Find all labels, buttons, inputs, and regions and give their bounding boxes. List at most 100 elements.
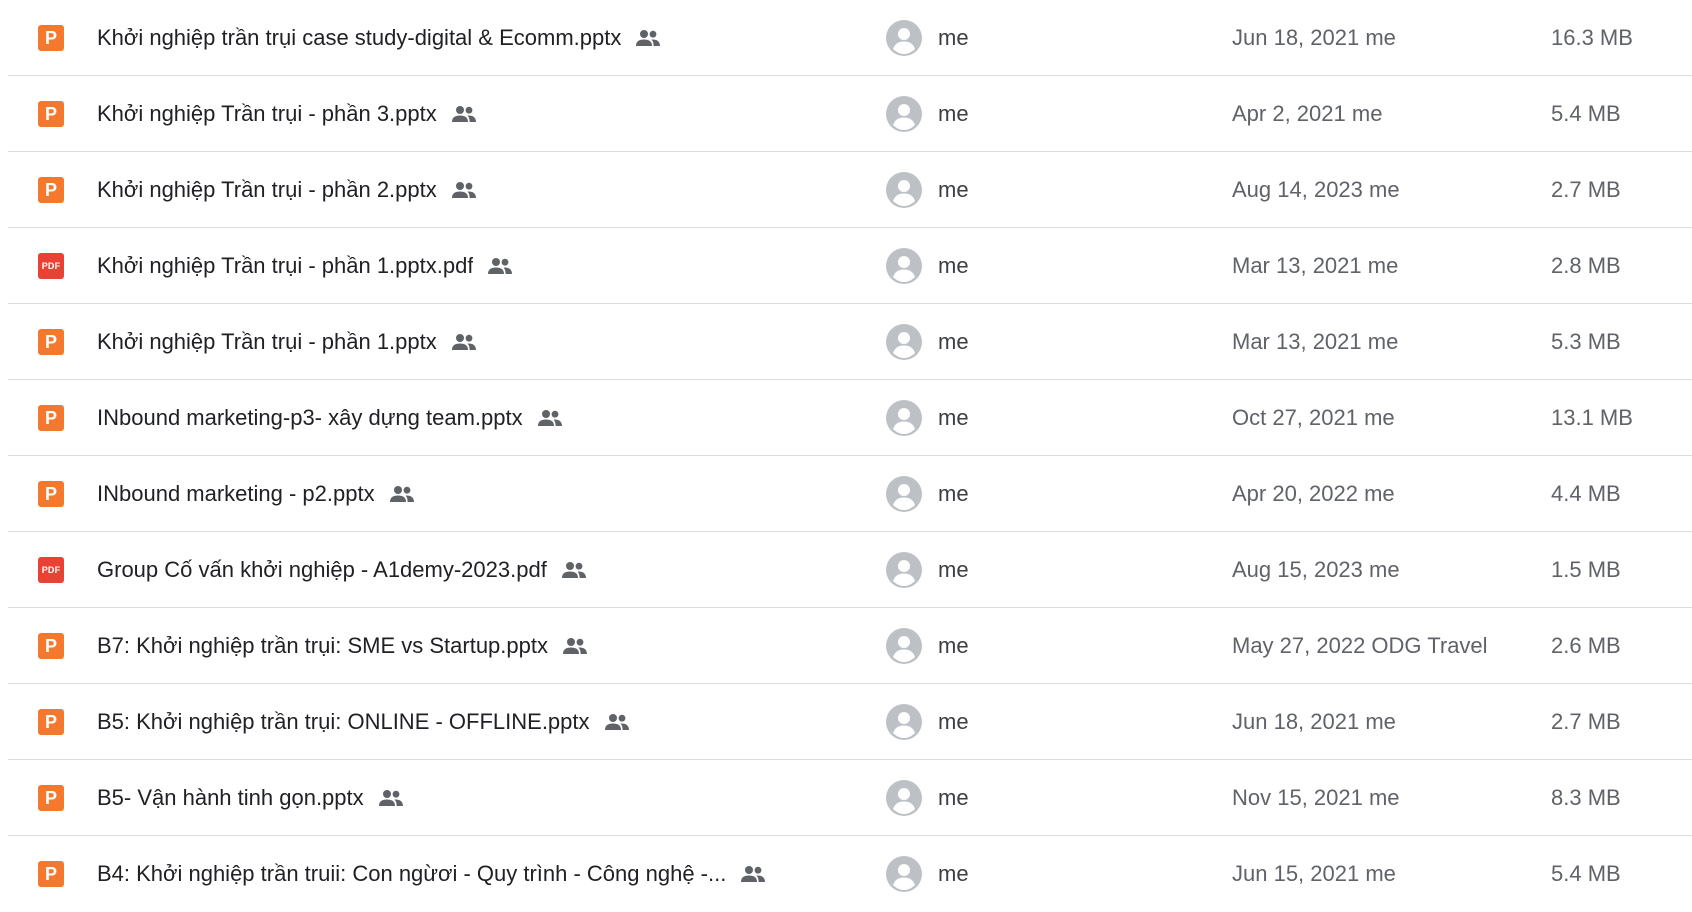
- file-size: 5.4 MB: [1551, 101, 1621, 126]
- file-name[interactable]: Khởi nghiệp Trần trụi - phần 1.pptx: [97, 329, 437, 355]
- shared-people-icon: [561, 561, 587, 579]
- file-size: 2.8 MB: [1551, 253, 1621, 278]
- last-modified-cell: Jun 18, 2021 me: [1232, 684, 1532, 760]
- pptx-file-icon: P: [38, 101, 64, 127]
- file-row[interactable]: PDF Khởi nghiệp Trần trụi - phần 1.pptx.…: [8, 228, 1692, 304]
- default-avatar-icon: [886, 704, 922, 740]
- pptx-file-icon: P: [38, 25, 64, 51]
- last-modified: May 27, 2022 ODG Travel: [1232, 633, 1488, 658]
- file-list: P Khởi nghiệp trần trụi case study-digit…: [0, 0, 1692, 908]
- last-modified-cell: Mar 13, 2021 me: [1232, 304, 1532, 380]
- file-size-cell: 1.5 MB: [1551, 532, 1691, 608]
- file-name[interactable]: B7: Khởi nghiệp trần trụi: SME vs Startu…: [97, 633, 548, 659]
- file-name-cell[interactable]: Khởi nghiệp Trần trụi - phần 2.pptx: [97, 152, 837, 228]
- file-row[interactable]: P B5: Khởi nghiệp trần trụi: ONLINE - OF…: [8, 684, 1692, 760]
- file-row[interactable]: PDF Group Cố vấn khởi nghiệp - A1demy-20…: [8, 532, 1692, 608]
- last-modified-cell: Nov 15, 2021 me: [1232, 760, 1532, 836]
- file-size-cell: 5.4 MB: [1551, 836, 1691, 912]
- owner-cell: me: [886, 684, 1166, 760]
- file-size: 13.1 MB: [1551, 405, 1633, 430]
- file-name-cell[interactable]: B5: Khởi nghiệp trần trụi: ONLINE - OFFL…: [97, 684, 837, 760]
- file-name[interactable]: Group Cố vấn khởi nghiệp - A1demy-2023.p…: [97, 557, 547, 583]
- file-name-cell[interactable]: B7: Khởi nghiệp trần trụi: SME vs Startu…: [97, 608, 837, 684]
- owner-cell: me: [886, 608, 1166, 684]
- file-name-cell[interactable]: INbound marketing - p2.pptx: [97, 456, 837, 532]
- default-avatar-icon: [886, 96, 922, 132]
- file-row[interactable]: P Khởi nghiệp Trần trụi - phần 1.pptx me…: [8, 304, 1692, 380]
- file-name-cell[interactable]: B4: Khởi nghiệp trần truii: Con ngừơi - …: [97, 836, 837, 912]
- file-type-cell: P: [38, 608, 68, 684]
- last-modified: Mar 13, 2021 me: [1232, 253, 1399, 278]
- file-row[interactable]: P INbound marketing - p2.pptx me Apr 20,…: [8, 456, 1692, 532]
- owner-name: me: [938, 405, 969, 430]
- file-name[interactable]: B5- Vận hành tinh gọn.pptx: [97, 785, 364, 811]
- last-modified: Oct 27, 2021 me: [1232, 405, 1395, 430]
- file-name-cell[interactable]: Khởi nghiệp Trần trụi - phần 1.pptx.pdf: [97, 228, 837, 304]
- pptx-file-icon: P: [38, 329, 64, 355]
- pptx-file-icon: P: [38, 709, 64, 735]
- file-size-cell: 5.3 MB: [1551, 304, 1691, 380]
- owner-cell: me: [886, 836, 1166, 912]
- file-size: 1.5 MB: [1551, 557, 1621, 582]
- file-size: 4.4 MB: [1551, 481, 1621, 506]
- file-row[interactable]: P Khởi nghiệp trần trụi case study-digit…: [8, 0, 1692, 76]
- last-modified-cell: Jun 15, 2021 me: [1232, 836, 1532, 912]
- owner-cell: me: [886, 76, 1166, 152]
- last-modified: Aug 14, 2023 me: [1232, 177, 1400, 202]
- last-modified-cell: Apr 2, 2021 me: [1232, 76, 1532, 152]
- owner-cell: me: [886, 532, 1166, 608]
- file-row[interactable]: P B7: Khởi nghiệp trần trụi: SME vs Star…: [8, 608, 1692, 684]
- file-size: 5.4 MB: [1551, 861, 1621, 886]
- last-modified: Aug 15, 2023 me: [1232, 557, 1400, 582]
- file-size-cell: 4.4 MB: [1551, 456, 1691, 532]
- default-avatar-icon: [886, 476, 922, 512]
- owner-name: me: [938, 481, 969, 506]
- shared-people-icon: [635, 29, 661, 47]
- file-name-cell[interactable]: Khởi nghiệp Trần trụi - phần 1.pptx: [97, 304, 837, 380]
- shared-people-icon: [378, 789, 404, 807]
- default-avatar-icon: [886, 856, 922, 892]
- file-name[interactable]: B4: Khởi nghiệp trần truii: Con ngừơi - …: [97, 861, 726, 887]
- file-row[interactable]: P INbound marketing-p3- xây dựng team.pp…: [8, 380, 1692, 456]
- file-row[interactable]: P Khởi nghiệp Trần trụi - phần 2.pptx me…: [8, 152, 1692, 228]
- file-name[interactable]: Khởi nghiệp Trần trụi - phần 1.pptx.pdf: [97, 253, 473, 279]
- owner-cell: me: [886, 152, 1166, 228]
- owner-name: me: [938, 785, 969, 810]
- file-name[interactable]: Khởi nghiệp Trần trụi - phần 3.pptx: [97, 101, 437, 127]
- file-name[interactable]: B5: Khởi nghiệp trần trụi: ONLINE - OFFL…: [97, 709, 590, 735]
- file-type-cell: P: [38, 456, 68, 532]
- last-modified: Mar 13, 2021 me: [1232, 329, 1399, 354]
- default-avatar-icon: [886, 248, 922, 284]
- file-size: 2.7 MB: [1551, 709, 1621, 734]
- owner-name: me: [938, 329, 969, 354]
- file-type-cell: P: [38, 684, 68, 760]
- file-row[interactable]: P B5- Vận hành tinh gọn.pptx me Nov 15, …: [8, 760, 1692, 836]
- owner-name: me: [938, 709, 969, 734]
- file-size: 8.3 MB: [1551, 785, 1621, 810]
- file-name-cell[interactable]: Khởi nghiệp Trần trụi - phần 3.pptx: [97, 76, 837, 152]
- file-name[interactable]: Khởi nghiệp trần trụi case study-digital…: [97, 25, 621, 51]
- file-name-cell[interactable]: Khởi nghiệp trần trụi case study-digital…: [97, 0, 837, 76]
- default-avatar-icon: [886, 20, 922, 56]
- file-name-cell[interactable]: INbound marketing-p3- xây dựng team.pptx: [97, 380, 837, 456]
- default-avatar-icon: [886, 552, 922, 588]
- file-name-cell[interactable]: Group Cố vấn khởi nghiệp - A1demy-2023.p…: [97, 532, 837, 608]
- file-type-cell: P: [38, 76, 68, 152]
- file-type-cell: P: [38, 304, 68, 380]
- file-name[interactable]: INbound marketing - p2.pptx: [97, 481, 375, 507]
- file-size: 16.3 MB: [1551, 25, 1633, 50]
- pptx-file-icon: P: [38, 633, 64, 659]
- file-row[interactable]: P B4: Khởi nghiệp trần truii: Con ngừơi …: [8, 836, 1692, 912]
- file-size-cell: 2.6 MB: [1551, 608, 1691, 684]
- pptx-file-icon: P: [38, 861, 64, 887]
- file-name[interactable]: INbound marketing-p3- xây dựng team.pptx: [97, 405, 523, 431]
- pptx-file-icon: P: [38, 177, 64, 203]
- file-size-cell: 13.1 MB: [1551, 380, 1691, 456]
- file-name[interactable]: Khởi nghiệp Trần trụi - phần 2.pptx: [97, 177, 437, 203]
- file-row[interactable]: P Khởi nghiệp Trần trụi - phần 3.pptx me…: [8, 76, 1692, 152]
- owner-cell: me: [886, 380, 1166, 456]
- file-name-cell[interactable]: B5- Vận hành tinh gọn.pptx: [97, 760, 837, 836]
- file-size: 2.7 MB: [1551, 177, 1621, 202]
- owner-cell: me: [886, 456, 1166, 532]
- shared-people-icon: [604, 713, 630, 731]
